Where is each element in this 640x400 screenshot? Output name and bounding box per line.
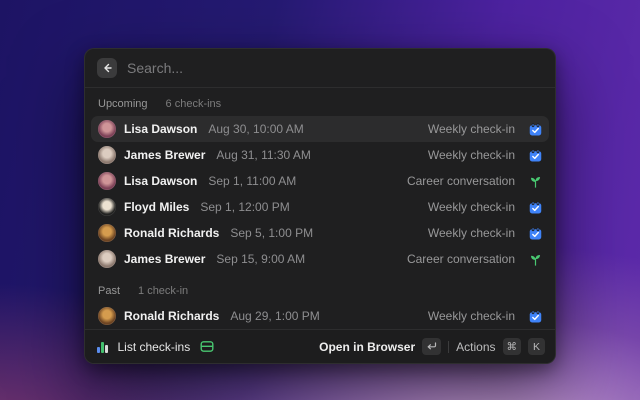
- section-header: Past 1 check-in: [91, 272, 549, 303]
- person-name: James Brewer: [124, 252, 206, 266]
- section-header: Upcoming 6 check-ins: [91, 90, 549, 116]
- bar-chart-icon: [97, 341, 108, 353]
- section-count: 6 check-ins: [165, 98, 222, 110]
- command-label: List check-ins: [117, 339, 191, 354]
- check-in-type: Career conversation: [406, 174, 515, 188]
- avatar: [98, 198, 116, 216]
- footer-divider: [448, 340, 450, 353]
- check-in-datetime: Aug 29, 1:00 PM: [230, 309, 320, 323]
- check-in-row[interactable]: Lisa Dawson Sep 1, 11:00 AM Career conve…: [91, 168, 549, 194]
- calendar-check-icon: [528, 309, 542, 323]
- check-in-row[interactable]: Lisa Dawson Aug 30, 10:00 AM Weekly chec…: [91, 116, 549, 142]
- check-in-row[interactable]: James Brewer Aug 31, 11:30 AM Weekly che…: [91, 142, 549, 168]
- green-device-icon: [200, 340, 214, 353]
- check-in-datetime: Sep 1, 11:00 AM: [208, 174, 297, 188]
- enter-key[interactable]: [422, 338, 442, 355]
- person-name: Ronald Richards: [124, 226, 220, 240]
- avatar: [98, 224, 116, 242]
- check-in-type: Weekly check-in: [427, 200, 515, 214]
- check-in-type: Weekly check-in: [427, 309, 515, 323]
- calendar-check-icon: [528, 122, 542, 136]
- footer-bar: List check-ins Open in Browser Actions ⌘…: [85, 329, 555, 363]
- search-bar: [85, 49, 555, 88]
- person-name: James Brewer: [124, 148, 206, 162]
- calendar-check-icon: [528, 148, 542, 162]
- avatar: [98, 307, 116, 325]
- actions-button[interactable]: Actions: [456, 340, 495, 354]
- avatar: [98, 146, 116, 164]
- footer-actions: Open in Browser Actions ⌘ K: [319, 338, 545, 355]
- section-label: Upcoming: [98, 98, 148, 110]
- section-label: Past: [98, 285, 121, 297]
- check-in-type: Career conversation: [406, 252, 515, 266]
- check-in-datetime: Sep 5, 1:00 PM: [230, 226, 314, 240]
- check-in-datetime: Aug 31, 11:30 AM: [216, 148, 311, 162]
- check-in-datetime: Sep 15, 9:00 AM: [216, 252, 306, 266]
- check-in-datetime: Sep 1, 12:00 PM: [200, 200, 290, 214]
- person-name: Floyd Miles: [124, 200, 190, 214]
- person-name: Ronald Richards: [124, 309, 220, 323]
- avatar: [98, 250, 116, 268]
- calendar-check-icon: [528, 200, 542, 214]
- search-input[interactable]: [127, 60, 543, 76]
- section-count: 1 check-in: [138, 285, 189, 297]
- back-button[interactable]: [97, 58, 117, 78]
- check-in-row[interactable]: Ronald Richards Aug 29, 1:00 PM Weekly c…: [91, 303, 549, 329]
- results-list: Upcoming 6 check-ins Lisa Dawson Aug 30,…: [85, 88, 555, 329]
- seedling-icon: [528, 174, 542, 188]
- open-in-browser-button[interactable]: Open in Browser: [319, 340, 415, 354]
- check-in-datetime: Aug 30, 10:00 AM: [208, 122, 304, 136]
- check-in-type: Weekly check-in: [427, 148, 515, 162]
- person-name: Lisa Dawson: [124, 174, 198, 188]
- seedling-icon: [528, 252, 542, 266]
- back-arrow-icon: [101, 62, 113, 74]
- person-name: Lisa Dawson: [124, 122, 198, 136]
- cmd-key[interactable]: ⌘: [502, 338, 521, 355]
- check-in-type: Weekly check-in: [427, 226, 515, 240]
- return-arrow-icon: [426, 342, 437, 351]
- calendar-check-icon: [528, 226, 542, 240]
- check-in-row[interactable]: Floyd Miles Sep 1, 12:00 PM Weekly check…: [91, 194, 549, 220]
- check-in-type: Weekly check-in: [427, 122, 515, 136]
- command-palette-window: Upcoming 6 check-ins Lisa Dawson Aug 30,…: [84, 48, 556, 364]
- check-in-row[interactable]: Ronald Richards Sep 5, 1:00 PM Weekly ch…: [91, 220, 549, 246]
- avatar: [98, 120, 116, 138]
- check-in-row[interactable]: James Brewer Sep 15, 9:00 AM Career conv…: [91, 246, 549, 272]
- avatar: [98, 172, 116, 190]
- k-key[interactable]: K: [528, 338, 545, 355]
